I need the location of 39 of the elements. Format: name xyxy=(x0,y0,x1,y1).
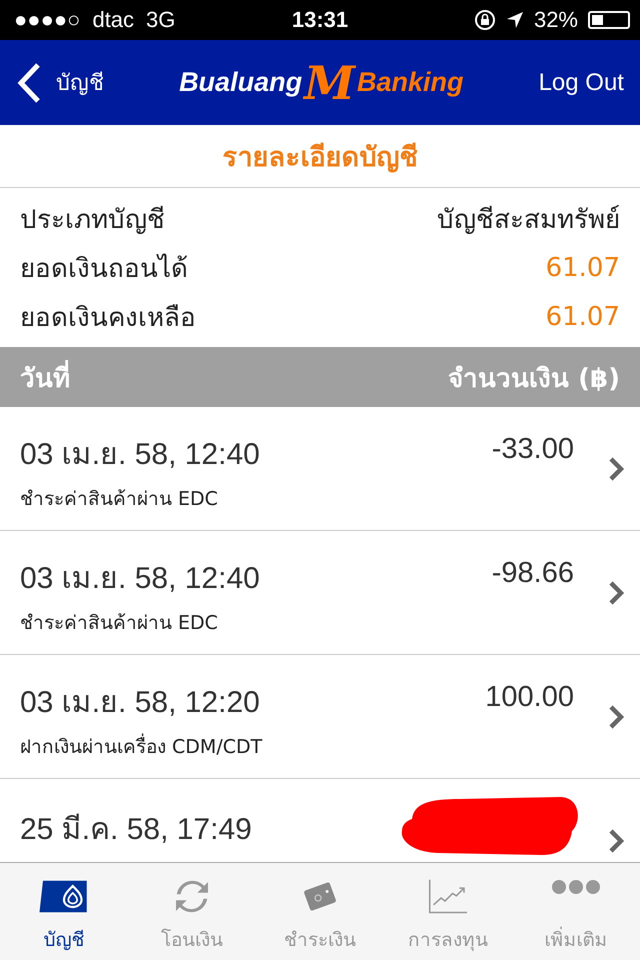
transaction-amount: 100.00 xyxy=(485,681,574,714)
transaction-description: ชำระค่าสินค้าผ่าน EDC xyxy=(20,611,219,636)
network-type: 3G xyxy=(146,7,176,33)
info-value: 61.07 xyxy=(546,252,620,282)
battery-icon xyxy=(588,11,630,29)
transaction-description: ชำระค่าสินค้าผ่าน EDC xyxy=(20,487,219,512)
tab-bar-item[interactable]: บัญชี xyxy=(0,863,128,960)
chevron-right-icon xyxy=(608,828,624,854)
transaction-date: 03 เม.ย. 58, 12:20 xyxy=(20,685,261,721)
more-dots-icon xyxy=(552,879,600,895)
clock: 13:31 xyxy=(292,7,348,33)
info-label: ยอดเงินถอนได้ xyxy=(20,252,188,286)
rotation-lock-icon xyxy=(474,9,496,31)
column-header: วันที่ xyxy=(20,356,70,398)
info-label: ประเภทบัญชี xyxy=(20,204,165,237)
column-header: จำนวนเงิน (฿) xyxy=(448,362,620,396)
info-value: 61.07 xyxy=(546,302,620,332)
info-label: ยอดเงินคงเหลือ xyxy=(20,302,196,335)
info-value: บัญชีสะสมทรัพย์ xyxy=(437,204,620,237)
back-button[interactable]: บัญชี xyxy=(16,62,104,104)
chevron-left-icon xyxy=(16,62,42,104)
transaction-row[interactable]: 03 เม.ย. 58, 12:20 ฝากเงินผ่านเครื่อง CDM/CDT 100.00 xyxy=(0,655,640,779)
transaction-row[interactable]: 03 เม.ย. 58, 12:40 ชำระค่าสินค้าผ่าน EDC -33.00 xyxy=(0,407,640,531)
carrier-name: dtac xyxy=(92,7,134,33)
signal-indicator: ●●●●○ xyxy=(14,7,80,33)
location-arrow-icon xyxy=(506,11,524,29)
page-title: รายละเอียดบัญชี xyxy=(0,125,640,188)
transaction-amount: -98.66 xyxy=(492,557,574,590)
transaction-date: 03 เม.ย. 58, 12:40 xyxy=(20,561,261,597)
chevron-right-icon xyxy=(608,580,624,606)
transaction-row[interactable]: 03 เม.ย. 58, 12:40 ชำระค่าสินค้าผ่าน EDC -98.66 xyxy=(0,531,640,655)
chevron-right-icon xyxy=(608,704,624,730)
transaction-date: 03 เม.ย. 58, 12:40 xyxy=(20,437,261,473)
chevron-right-icon xyxy=(608,456,624,482)
log-out-button[interactable]: Log Out xyxy=(538,68,624,96)
battery-percentage: 32% xyxy=(534,7,578,33)
transaction-date: 25 มี.ค. 58, 17:49 xyxy=(20,812,253,848)
transaction-amount: -33.00 xyxy=(492,433,574,466)
transaction-description: ฝากเงินผ่านเครื่อง CDM/CDT xyxy=(20,731,474,761)
